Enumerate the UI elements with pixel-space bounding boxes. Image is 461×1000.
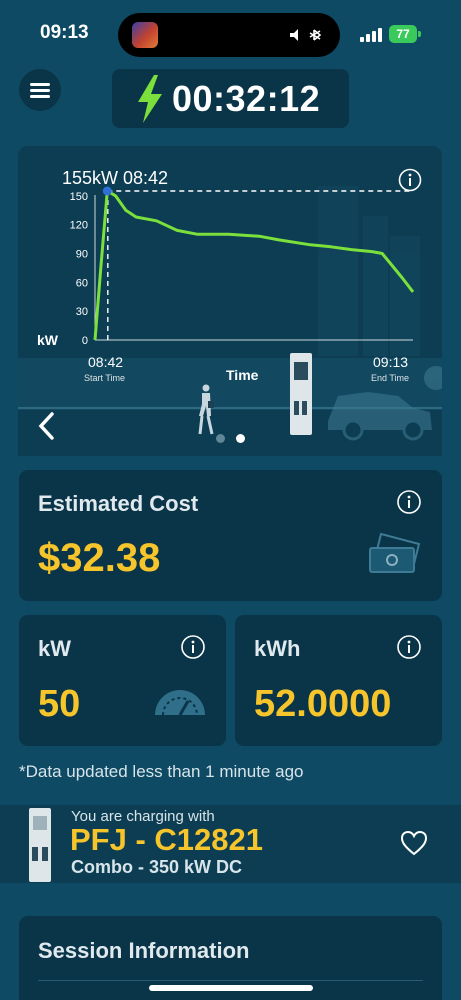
end-time-caption: End Time xyxy=(371,373,409,383)
session-information-title: Session Information xyxy=(38,938,250,963)
y-tick-label: 90 xyxy=(76,248,88,260)
session-divider xyxy=(38,980,423,981)
cellular-signal-icon xyxy=(360,28,384,42)
carousel-dot-2[interactable] xyxy=(236,434,245,443)
charger-name: PFJ - C12821 xyxy=(70,822,263,857)
peak-annotation: 155kW 08:42 xyxy=(62,168,168,188)
kwh-value: 52.0000 xyxy=(254,683,392,725)
battery-tip xyxy=(418,31,421,37)
home-indicator[interactable] xyxy=(149,985,313,991)
end-time-label: 09:13 xyxy=(373,354,408,370)
charger-station-icon xyxy=(29,808,51,882)
kwh-title: kWh xyxy=(254,636,301,661)
kw-info-icon[interactable] xyxy=(180,634,206,660)
start-time-caption: Start Time xyxy=(84,373,125,383)
status-bar: 09:13 77 xyxy=(0,0,461,66)
chevron-left-icon[interactable] xyxy=(36,411,58,441)
kw-title: kW xyxy=(38,636,71,661)
y-tick-label: 30 xyxy=(76,306,88,318)
estimated-cost-value: $32.38 xyxy=(38,536,161,580)
chart-info-icon[interactable] xyxy=(398,168,422,192)
now-playing-app-icon xyxy=(132,22,158,48)
charger-type: Combo - 350 kW DC xyxy=(71,857,243,877)
cost-info-icon[interactable] xyxy=(396,489,422,515)
dynamic-island xyxy=(118,13,340,57)
kw-value: 50 xyxy=(38,683,81,725)
bolt-icon xyxy=(138,75,162,123)
status-time: 09:13 xyxy=(40,22,89,43)
session-timer: 00:32:12 xyxy=(112,69,349,128)
battery-icon: 77 xyxy=(389,25,417,43)
power-chart: 0 30 60 90 120 150 155kW 08:42 kW 08:42 Start… xyxy=(18,168,442,441)
favorite-heart-icon[interactable] xyxy=(400,830,428,856)
kwh-card: kWh 52.0000 xyxy=(235,615,442,746)
kw-card: kW 50 xyxy=(19,615,226,746)
gauge-icon xyxy=(155,690,205,716)
carousel-dot-1[interactable] xyxy=(216,434,225,443)
elapsed-time: 00:32:12 xyxy=(172,78,321,119)
data-update-note: *Data updated less than 1 minute ago xyxy=(19,762,304,781)
y-tick-label: 120 xyxy=(70,220,88,232)
estimated-cost-title: Estimated Cost xyxy=(38,491,199,516)
carousel-dots[interactable] xyxy=(216,434,246,444)
kwh-info-icon[interactable] xyxy=(396,634,422,660)
bluetooth-icon xyxy=(288,25,328,50)
money-icon xyxy=(369,532,421,573)
y-axis-label: kW xyxy=(37,332,59,348)
y-tick-label: 60 xyxy=(76,277,88,289)
estimated-cost-card: Estimated Cost $32.38 xyxy=(19,470,442,601)
y-tick-label: 150 xyxy=(70,191,88,203)
x-axis-label: Time xyxy=(226,367,259,383)
start-time-label: 08:42 xyxy=(88,354,123,370)
y-tick-label: 0 xyxy=(82,335,88,347)
power-chart-card[interactable]: 0 30 60 90 120 150 155kW 08:42 kW 08:42 Start… xyxy=(18,146,442,456)
menu-button[interactable] xyxy=(19,69,61,111)
charger-illustration xyxy=(290,353,312,435)
